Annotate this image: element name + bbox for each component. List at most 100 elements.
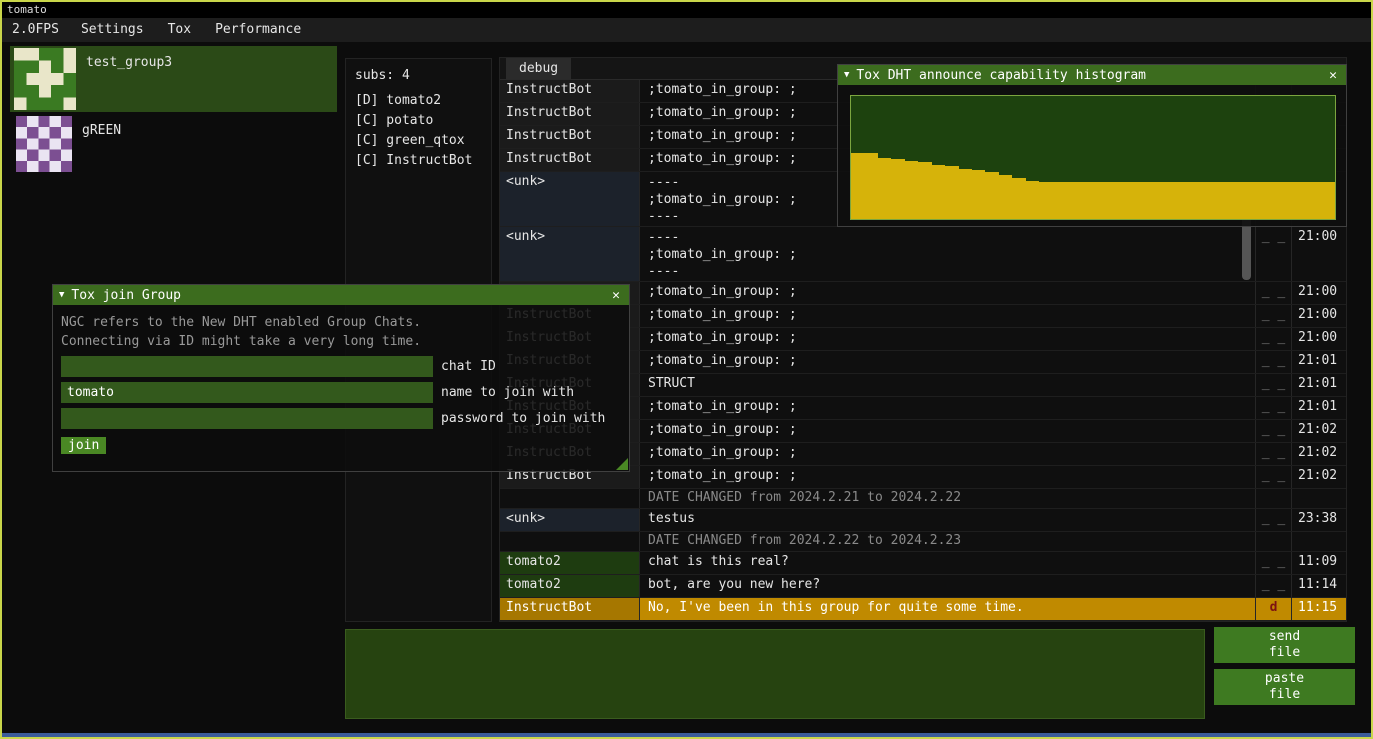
message-time: 21:00 <box>1292 305 1346 327</box>
collapse-arrow-icon[interactable]: ▼ <box>59 290 64 300</box>
sender-name: tomato2 <box>500 575 640 597</box>
window-titlebar[interactable]: tomato <box>2 2 1371 18</box>
message-text: ;tomato_in_group: ; <box>640 420 1256 442</box>
message-time: 21:02 <box>1292 466 1346 488</box>
member-item[interactable]: [D] tomato2 <box>355 91 482 111</box>
menu-tox[interactable]: Tox <box>156 18 203 42</box>
date-changed-row: DATE CHANGED from 2024.2.22 to 2024.2.23 <box>500 532 1346 552</box>
date-changed-text: DATE CHANGED from 2024.2.22 to 2024.2.23 <box>640 532 1256 551</box>
message-time: 21:01 <box>1292 351 1346 373</box>
join-window-title: Tox join Group <box>71 288 602 303</box>
close-icon[interactable]: ✕ <box>1326 68 1340 83</box>
message-flags: _ _ <box>1256 227 1292 281</box>
message-text: ;tomato_in_group: ; <box>640 397 1256 419</box>
members-count: subs: 4 <box>355 66 482 86</box>
fps-indicator: 2.0FPS <box>2 18 69 42</box>
chat-message-row[interactable]: tomato2 bot, are you new here? _ _ 11:14 <box>500 575 1346 598</box>
message-flags: _ _ <box>1256 328 1292 350</box>
message-text: testus <box>640 509 1256 531</box>
message-text: ;tomato_in_group: ; <box>640 328 1256 350</box>
message-time: 21:02 <box>1292 443 1346 465</box>
join-name-input[interactable] <box>61 382 433 403</box>
group-item-green[interactable]: gREEN <box>10 114 337 174</box>
group-avatar <box>16 116 72 172</box>
paste-file-button[interactable]: paste file <box>1214 669 1355 705</box>
message-flags: _ _ <box>1256 420 1292 442</box>
chat-id-label: chat ID <box>441 359 496 374</box>
chat-message-row[interactable]: <unk> testus _ _ 23:38 <box>500 509 1346 532</box>
join-group-window[interactable]: ▼ Tox join Group ✕ NGC refers to the New… <box>52 284 630 472</box>
message-time: 21:00 <box>1292 282 1346 304</box>
histogram-window-title: Tox DHT announce capability histogram <box>856 68 1319 83</box>
message-text: ;tomato_in_group: ; <box>640 282 1256 304</box>
message-text: ;tomato_in_group: ; <box>640 466 1256 488</box>
chat-message-row[interactable]: tomato2 chat is this real? _ _ 11:09 <box>500 552 1346 575</box>
chat-message-row-highlighted[interactable]: InstructBot No, I've been in this group … <box>500 598 1346 621</box>
sender-name: InstructBot <box>500 80 640 102</box>
message-flags: _ _ <box>1256 575 1292 597</box>
message-text: ;tomato_in_group: ; <box>640 351 1256 373</box>
sender-name: tomato2 <box>500 552 640 574</box>
tab-debug[interactable]: debug <box>506 58 571 79</box>
join-info-line: Connecting via ID might take a very long… <box>61 332 621 351</box>
chat-message-row[interactable]: <unk> ---- ;tomato_in_group: ; ---- _ _ … <box>500 227 1346 282</box>
message-flags: _ _ <box>1256 374 1292 396</box>
date-changed-row: DATE CHANGED from 2024.2.21 to 2024.2.22 <box>500 489 1346 509</box>
collapse-arrow-icon[interactable]: ▼ <box>844 70 849 80</box>
message-flags: _ _ <box>1256 466 1292 488</box>
sender-name: InstructBot <box>500 598 640 620</box>
window-title-bar[interactable]: ▼ Tox DHT announce capability histogram … <box>838 65 1346 85</box>
resize-grip[interactable] <box>616 458 628 470</box>
group-name: gREEN <box>82 114 121 138</box>
date-changed-text: DATE CHANGED from 2024.2.21 to 2024.2.22 <box>640 489 1256 508</box>
menu-bar: 2.0FPS Settings Tox Performance <box>2 18 1371 42</box>
message-text: STRUCT <box>640 374 1256 396</box>
message-flags: _ _ <box>1256 351 1292 373</box>
message-time: 11:14 <box>1292 575 1346 597</box>
chat-id-input[interactable] <box>61 356 433 377</box>
message-flags: _ _ <box>1256 443 1292 465</box>
dht-histogram-window[interactable]: ▼ Tox DHT announce capability histogram … <box>837 64 1347 227</box>
message-text: ;tomato_in_group: ; <box>640 305 1256 327</box>
message-flags: d <box>1256 598 1292 620</box>
message-time: 23:38 <box>1292 509 1346 531</box>
group-avatar <box>14 48 76 110</box>
message-text: chat is this real? <box>640 552 1256 574</box>
message-flags: _ _ <box>1256 552 1292 574</box>
join-info-line: NGC refers to the New DHT enabled Group … <box>61 313 621 332</box>
message-flags: _ _ <box>1256 282 1292 304</box>
sender-name: InstructBot <box>500 149 640 171</box>
message-time: 21:02 <box>1292 420 1346 442</box>
group-item-test-group3[interactable]: test_group3 <box>10 46 337 112</box>
message-flags: _ _ <box>1256 305 1292 327</box>
member-item[interactable]: [C] InstructBot <box>355 151 482 171</box>
message-text: bot, are you new here? <box>640 575 1256 597</box>
window-title-bar[interactable]: ▼ Tox join Group ✕ <box>53 285 629 305</box>
message-flags: _ _ <box>1256 397 1292 419</box>
menu-performance[interactable]: Performance <box>203 18 313 42</box>
join-password-input[interactable] <box>61 408 433 429</box>
join-button[interactable]: join <box>61 437 106 454</box>
message-input[interactable] <box>345 629 1205 719</box>
menu-settings[interactable]: Settings <box>69 18 156 42</box>
close-icon[interactable]: ✕ <box>609 288 623 303</box>
dht-histogram-plot <box>850 95 1336 220</box>
member-item[interactable]: [C] potato <box>355 111 482 131</box>
sender-name: <unk> <box>500 227 640 281</box>
sender-name: InstructBot <box>500 126 640 148</box>
member-item[interactable]: [C] green_qtox <box>355 131 482 151</box>
join-password-label: password to join with <box>441 411 605 426</box>
window-bottom-edge <box>2 733 1371 737</box>
message-flags: _ _ <box>1256 509 1292 531</box>
message-time: 21:01 <box>1292 374 1346 396</box>
join-name-label: name to join with <box>441 385 574 400</box>
message-text: ;tomato_in_group: ; <box>640 443 1256 465</box>
group-name: test_group3 <box>86 46 172 70</box>
sender-name: InstructBot <box>500 103 640 125</box>
app-window: tomato 2.0FPS Settings Tox Performance t… <box>0 0 1373 739</box>
message-time: 11:15 <box>1292 598 1346 620</box>
sender-name: <unk> <box>500 172 640 226</box>
send-file-button[interactable]: send file <box>1214 627 1355 663</box>
message-time: 21:00 <box>1292 227 1346 281</box>
message-time: 21:00 <box>1292 328 1346 350</box>
